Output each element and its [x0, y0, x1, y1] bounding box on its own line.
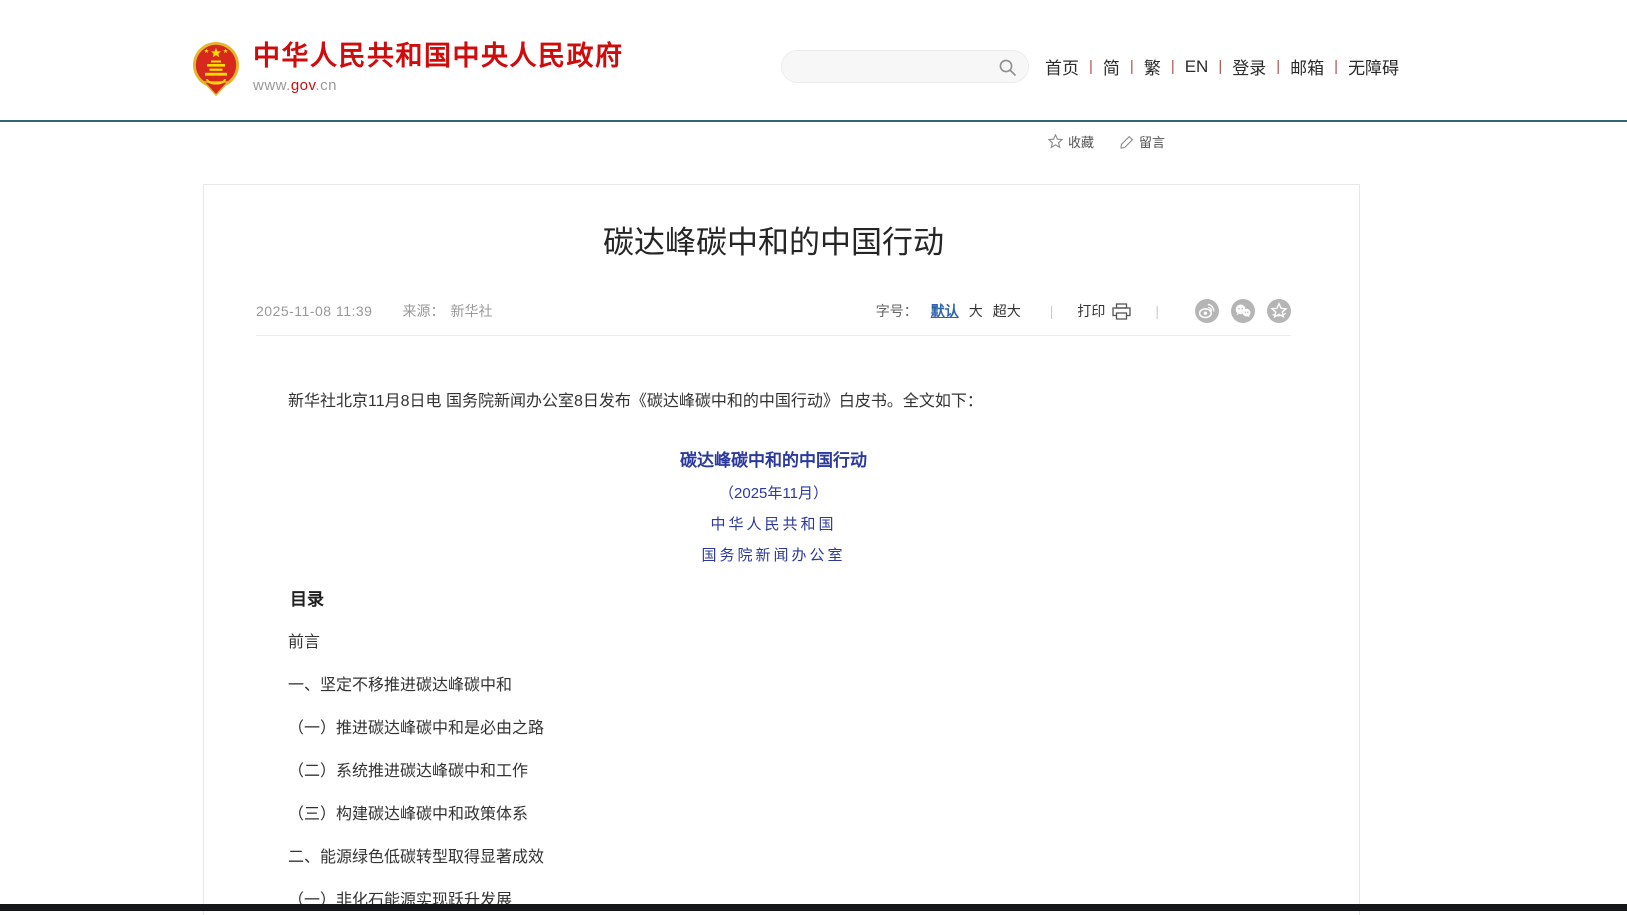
printer-icon: [1112, 303, 1131, 320]
nav-separator: |: [1334, 58, 1338, 75]
meta-right: 字号： 默认 大 超大 | 打印 |: [876, 299, 1291, 323]
page-title: 碳达峰碳中和的中国行动: [256, 221, 1291, 265]
toc-item-preface: 前言: [256, 633, 1291, 653]
separator: |: [1050, 303, 1054, 319]
lead-paragraph: 新华社北京11月8日电 国务院新闻办公室8日发布《碳达峰碳中和的中国行动》白皮书…: [256, 392, 1291, 412]
site-url-cn: .cn: [315, 77, 337, 94]
font-size-label: 字号：: [876, 301, 918, 321]
nav-english[interactable]: EN: [1185, 57, 1209, 77]
favorite-button[interactable]: 收藏: [1048, 132, 1094, 151]
toc-item-1-2: （二）系统推进碳达峰碳中和工作: [256, 762, 1291, 782]
qzone-share-icon[interactable]: [1267, 299, 1291, 323]
print-label: 打印: [1077, 301, 1105, 321]
nav-separator: |: [1130, 58, 1134, 75]
nav-separator: |: [1218, 58, 1222, 75]
nav-separator: |: [1089, 58, 1093, 75]
nav-simplified[interactable]: 简: [1103, 54, 1120, 79]
search-icon[interactable]: [998, 58, 1017, 77]
toc-item-1: 一、坚定不移推进碳达峰碳中和: [256, 676, 1291, 696]
nav-separator: |: [1171, 58, 1175, 75]
search-box: [781, 50, 1029, 83]
font-size-large[interactable]: 大: [969, 301, 983, 321]
article-body: 新华社北京11月8日电 国务院新闻办公室8日发布《碳达峰碳中和的中国行动》白皮书…: [256, 392, 1291, 911]
nav-separator: |: [1276, 58, 1280, 75]
favorite-label: 收藏: [1068, 132, 1094, 151]
brand-text: 中华人民共和国中央人民政府 www.gov.cn: [253, 40, 624, 94]
weibo-share-icon[interactable]: [1195, 299, 1219, 323]
top-nav: 首页 | 简 | 繁 | EN | 登录 | 邮箱 | 无障碍: [1045, 54, 1399, 79]
toc-item-1-3: （三）构建碳达峰碳中和政策体系: [256, 805, 1291, 825]
nav-home[interactable]: 首页: [1045, 54, 1079, 79]
toc-heading: 目录: [256, 589, 1291, 610]
comment-label: 留言: [1139, 132, 1165, 151]
pencil-icon: [1120, 135, 1134, 149]
share-icons: [1183, 299, 1291, 323]
source-value[interactable]: 新华社: [450, 301, 492, 321]
article-panel: 碳达峰碳中和的中国行动 2025-11-08 11:39 来源： 新华社 字号：…: [203, 184, 1360, 915]
wechat-share-icon[interactable]: [1231, 299, 1255, 323]
doc-org-country: 中华人民共和国: [256, 515, 1291, 534]
doc-date: （2025年11月）: [256, 484, 1291, 503]
font-size-xlarge[interactable]: 超大: [993, 301, 1021, 321]
meta-left: 2025-11-08 11:39 来源： 新华社: [256, 301, 492, 321]
header-divider: [0, 120, 1627, 122]
site-title[interactable]: 中华人民共和国中央人民政府: [253, 40, 624, 72]
meta-divider: [256, 335, 1291, 336]
nav-login[interactable]: 登录: [1232, 54, 1266, 79]
bottom-edge-bar: [0, 904, 1627, 911]
comment-button[interactable]: 留言: [1120, 132, 1165, 151]
nav-traditional[interactable]: 繁: [1144, 54, 1161, 79]
site-header: 中华人民共和国中央人民政府 www.gov.cn 首页 | 简 | 繁 | EN…: [0, 0, 1627, 121]
nav-mail[interactable]: 邮箱: [1290, 54, 1324, 79]
doc-org-office: 国务院新闻办公室: [256, 546, 1291, 565]
star-icon: [1048, 134, 1063, 149]
site-url-www: www.: [253, 77, 291, 94]
print-button[interactable]: 打印: [1077, 301, 1131, 321]
site-logo-link[interactable]: 中华人民共和国中央人民政府 www.gov.cn: [192, 40, 624, 96]
site-url-gov: gov: [291, 77, 316, 94]
quick-actions: 收藏 留言: [1048, 132, 1191, 151]
doc-title: 碳达峰碳中和的中国行动: [256, 450, 1291, 472]
toc-item-1-1: （一）推进碳达峰碳中和是必由之路: [256, 719, 1291, 739]
article-meta: 2025-11-08 11:39 来源： 新华社 字号： 默认 大 超大 | 打…: [256, 299, 1291, 323]
toc-item-2: 二、能源绿色低碳转型取得显著成效: [256, 848, 1291, 868]
search-input[interactable]: [798, 55, 993, 78]
publish-date: 2025-11-08 11:39: [256, 303, 372, 319]
font-size-default[interactable]: 默认: [931, 301, 959, 321]
separator: |: [1155, 303, 1159, 319]
national-emblem-icon: [192, 40, 240, 96]
site-url: www.gov.cn: [253, 77, 624, 94]
nav-accessibility[interactable]: 无障碍: [1348, 54, 1399, 79]
source-label: 来源：: [402, 301, 444, 321]
